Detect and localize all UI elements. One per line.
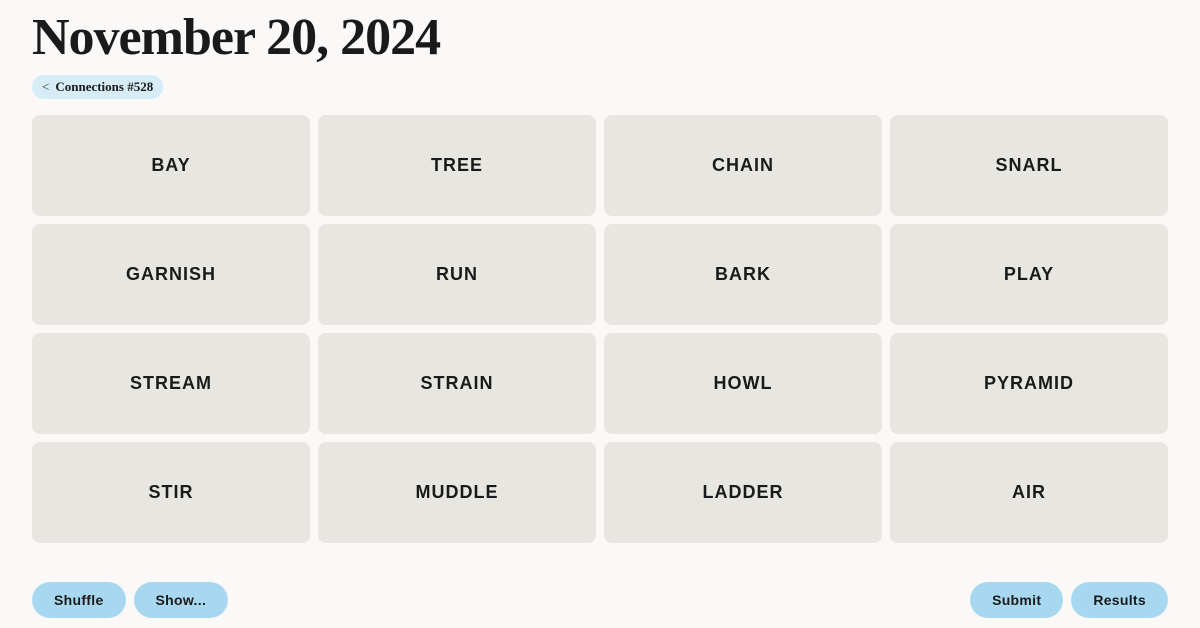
left-buttons: Shuffle Show... [32, 582, 228, 618]
word-tile[interactable]: SNARL [890, 115, 1168, 216]
page-title: November 20, 2024 [32, 8, 1168, 67]
word-label: HOWL [714, 373, 773, 394]
word-label: GARNISH [126, 264, 216, 285]
word-label: STIR [148, 482, 193, 503]
right-buttons: Submit Results [970, 582, 1168, 618]
word-label: RUN [436, 264, 478, 285]
word-label: STRAIN [421, 373, 494, 394]
page-header: November 20, 2024 < Connections #528 [0, 0, 1200, 99]
word-label: STREAM [130, 373, 212, 394]
word-tile[interactable]: MUDDLE [318, 442, 596, 543]
word-label: LADDER [703, 482, 784, 503]
word-tile[interactable]: STIR [32, 442, 310, 543]
word-tile[interactable]: STRAIN [318, 333, 596, 434]
word-tile[interactable]: TREE [318, 115, 596, 216]
connections-label: Connections #528 [55, 79, 153, 95]
word-tile[interactable]: STREAM [32, 333, 310, 434]
word-label: SNARL [996, 155, 1063, 176]
word-label: CHAIN [712, 155, 774, 176]
word-label: AIR [1012, 482, 1046, 503]
word-label: TREE [431, 155, 483, 176]
word-label: PYRAMID [984, 373, 1074, 394]
show-button[interactable]: Show... [134, 582, 229, 618]
word-tile[interactable]: BAY [32, 115, 310, 216]
word-tile[interactable]: GARNISH [32, 224, 310, 325]
word-tile[interactable]: LADDER [604, 442, 882, 543]
back-nav[interactable]: < Connections #528 [32, 75, 163, 99]
word-grid: BAY TREE CHAIN SNARL GARNISH RUN BARK PLAY STREA… [0, 99, 1200, 559]
results-button[interactable]: Results [1071, 582, 1168, 618]
back-arrow-icon: < [42, 79, 49, 95]
word-tile[interactable]: HOWL [604, 333, 882, 434]
word-tile[interactable]: AIR [890, 442, 1168, 543]
word-label: PLAY [1004, 264, 1054, 285]
word-label: MUDDLE [416, 482, 499, 503]
word-tile[interactable]: PYRAMID [890, 333, 1168, 434]
word-tile[interactable]: CHAIN [604, 115, 882, 216]
bottom-actions: Shuffle Show... Submit Results [0, 572, 1200, 628]
shuffle-button[interactable]: Shuffle [32, 582, 126, 618]
word-tile[interactable]: PLAY [890, 224, 1168, 325]
word-label: BARK [715, 264, 771, 285]
submit-button[interactable]: Submit [970, 582, 1063, 618]
word-tile[interactable]: BARK [604, 224, 882, 325]
word-tile[interactable]: RUN [318, 224, 596, 325]
word-label: BAY [151, 155, 190, 176]
